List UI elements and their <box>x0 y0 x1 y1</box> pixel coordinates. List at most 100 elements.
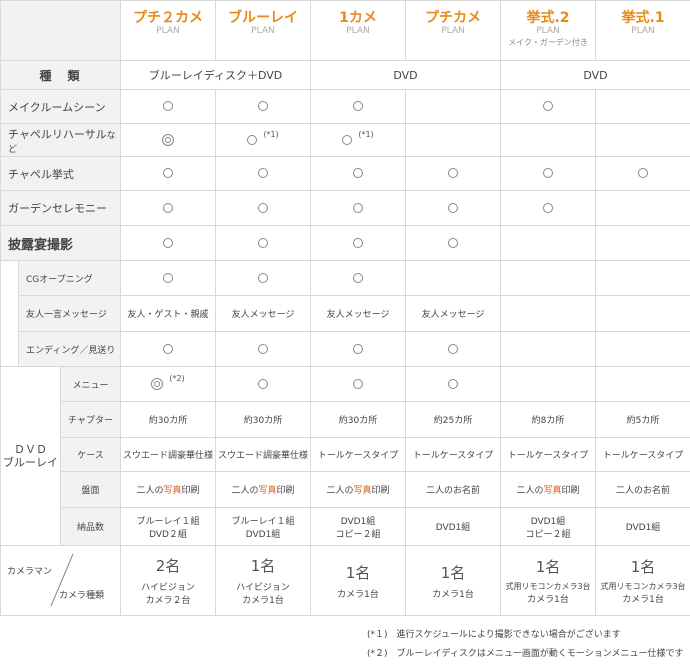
circle-icon <box>163 101 174 111</box>
cell-value: 友人・ゲスト・親戚 <box>120 295 217 332</box>
cell-value: トールケースタイプ <box>310 437 407 472</box>
row-label: チャプター <box>59 401 122 438</box>
circle-icon <box>163 272 174 283</box>
circle-icon <box>353 272 364 283</box>
cell-value: DVD1組 コピー２組 <box>500 507 597 546</box>
cell-value: ブルーレイ１組 DVD２組 <box>120 507 217 546</box>
row-label: エンディング／見送り <box>17 331 122 367</box>
row-disc: 盤面 二人の写真印刷 二人の写真印刷 二人の写真印刷 二人のお名前 二人の写真印… <box>1 471 690 508</box>
double-circle-icon <box>162 134 175 146</box>
row-count: 納品数 ブルーレイ１組 DVD２組 ブルーレイ１組 DVD1組 DVD1組 コピー２組… <box>1 507 690 546</box>
circle-icon <box>163 202 174 213</box>
cell-value: 約30カ所 <box>215 401 312 438</box>
cell-value: 約5カ所 <box>595 401 690 438</box>
row-label: メイクルームシーン <box>0 89 122 124</box>
row-ending: エンディング／見送り <box>1 331 690 367</box>
type-row: 種 類 ブルーレイディスク＋DVD DVD DVD <box>0 60 690 90</box>
cam-cell: 1名 式用リモコンカメラ3台 カメラ1台 <box>595 545 690 616</box>
cam-cell: 2名 ハイビジョン カメラ２台 <box>120 545 217 616</box>
circle-icon <box>258 202 269 213</box>
indent-cell <box>0 260 19 367</box>
circle-icon <box>163 343 174 354</box>
circle-icon <box>163 237 174 248</box>
circle-icon <box>258 101 269 111</box>
circle-icon <box>448 378 459 389</box>
circle-icon <box>353 202 364 213</box>
row-rehearsal: チャペルリハーサルなど (*1) (*1) <box>0 123 690 157</box>
plan-header: 挙式.1 PLAN <box>595 0 690 61</box>
cell-value: 友人メッセージ <box>215 295 312 332</box>
cell-value: DVD1組 コピー２組 <box>310 507 407 546</box>
plan-header: ブルーレイ PLAN <box>215 0 312 61</box>
corner-cell <box>0 0 122 61</box>
circle-icon <box>353 237 364 248</box>
circle-icon <box>353 168 364 178</box>
cam-cell: 1名 ハイビジョン カメラ1台 <box>215 545 312 616</box>
footnote: (*２) ブルーレイディスクはメニュー画面が動くモーションメニュー仕様です <box>367 649 684 659</box>
dvd-group-label: ＤＶＤ ブルーレイ <box>0 366 61 546</box>
cell-value: 二人の写真印刷 <box>310 471 407 508</box>
cell-value: 約8カ所 <box>500 401 597 438</box>
double-circle-icon <box>151 378 164 390</box>
cameraman-label: カメラマン カメラ種類 <box>0 545 122 616</box>
plan-comparison-table: プチ２カメ PLAN ブルーレイ PLAN 1カメ PLAN プチカメ PLAN 挙式.… <box>0 0 690 616</box>
circle-icon <box>353 343 364 354</box>
type-dvd: DVD <box>310 60 502 90</box>
cell-value: DVD1組 <box>405 507 502 546</box>
plan-header: プチ２カメ PLAN <box>120 0 217 61</box>
note-ref: (*1) <box>358 129 374 139</box>
type-label: 種 類 <box>0 60 122 90</box>
plan-header: 挙式.2 PLAN メイク・ガーデン付き <box>500 0 597 61</box>
footnotes: (*１) 進行スケジュールにより撮影できない場合がございます (*２) ブルーレ… <box>367 626 690 664</box>
cell-value: スウエード調豪華仕様 <box>120 437 217 472</box>
row-label: ガーデンセレモニー <box>0 190 122 226</box>
row-label: CGオープニング <box>17 260 122 296</box>
cell-value: 二人のお名前 <box>405 471 502 508</box>
circle-icon <box>543 202 554 213</box>
circle-icon <box>543 101 554 111</box>
type-bluray: ブルーレイディスク＋DVD <box>120 60 312 90</box>
row-label: 盤面 <box>59 471 122 508</box>
row-chapter: チャプター 約30カ所 約30カ所 約30カ所 約25カ所 約8カ所 約5カ所 <box>1 401 690 438</box>
cell-value: DVD1組 <box>595 507 690 546</box>
row-label: 納品数 <box>59 507 122 546</box>
circle-icon <box>543 168 554 178</box>
diagonal-divider <box>50 553 74 607</box>
plan-header: 1カメ PLAN <box>310 0 407 61</box>
circle-icon <box>258 343 269 354</box>
cell-value: トールケースタイプ <box>595 437 690 472</box>
cell-value: 友人メッセージ <box>310 295 407 332</box>
row-label: メニュー <box>59 366 122 402</box>
circle-icon <box>342 134 353 145</box>
note-ref: (*2) <box>169 374 185 383</box>
cell-value: 二人の写真印刷 <box>120 471 217 508</box>
circle-icon <box>258 272 269 283</box>
footnote: (*１) 進行スケジュールにより撮影できない場合がございます <box>367 630 621 640</box>
circle-icon <box>638 168 649 178</box>
cell-value: 二人の写真印刷 <box>215 471 312 508</box>
note-ref: (*1) <box>263 129 279 139</box>
type-dvd: DVD <box>500 60 690 90</box>
plan-header-row: プチ２カメ PLAN ブルーレイ PLAN 1カメ PLAN プチカメ PLAN 挙式.… <box>0 0 690 61</box>
row-makeup: メイクルームシーン <box>0 89 690 124</box>
circle-icon <box>448 168 459 178</box>
row-reception: 披露宴撮影 <box>0 225 690 261</box>
cam-cell: 1名 カメラ1台 <box>310 545 407 616</box>
cam-cell: 1名 カメラ1台 <box>405 545 502 616</box>
circle-icon <box>258 237 269 248</box>
circle-icon <box>258 168 269 178</box>
circle-icon <box>258 378 269 389</box>
cell-value: 約25カ所 <box>405 401 502 438</box>
row-menu: ＤＶＤ ブルーレイ メニュー (*2) <box>0 366 690 546</box>
row-message: 友人一言メッセージ 友人・ゲスト・親戚 友人メッセージ 友人メッセージ 友人メッ… <box>1 295 690 332</box>
circle-icon <box>448 343 459 354</box>
plan-header: プチカメ PLAN <box>405 0 502 61</box>
circle-icon <box>247 134 258 145</box>
circle-icon <box>163 168 174 178</box>
row-cameraman: カメラマン カメラ種類 2名 ハイビジョン カメラ２台 1名 ハイビジョン カメラ1台 … <box>0 545 690 616</box>
cell-value: トールケースタイプ <box>405 437 502 472</box>
row-case: ケース スウエード調豪華仕様 スウエード調豪華仕様 トールケースタイプ トールケ… <box>1 437 690 472</box>
row-label: チャペルリハーサルなど <box>0 123 122 157</box>
circle-icon <box>353 378 364 389</box>
cell-value: トールケースタイプ <box>500 437 597 472</box>
